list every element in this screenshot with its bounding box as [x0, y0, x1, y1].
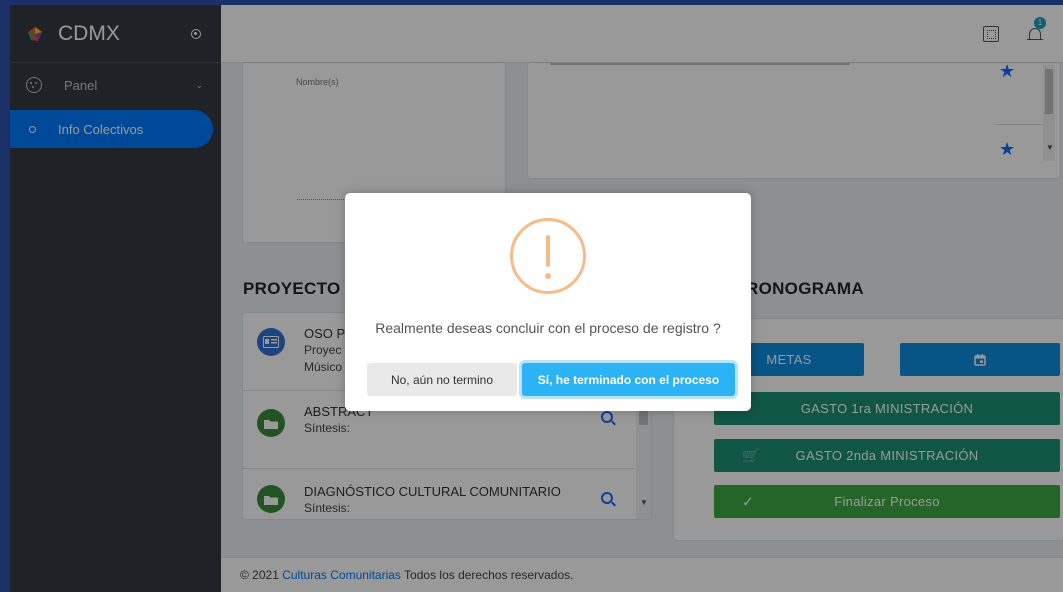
- warning-dot: [545, 273, 551, 279]
- confirm-dialog: Realmente deseas concluir con el proceso…: [345, 193, 751, 411]
- cancel-button[interactable]: No, aún no termino: [367, 363, 517, 396]
- confirm-button[interactable]: Sí, he terminado con el proceso: [522, 363, 735, 396]
- warning-bar: [546, 235, 550, 267]
- warning-icon: [510, 218, 586, 294]
- modal-backdrop[interactable]: Realmente deseas concluir con el proceso…: [0, 0, 1063, 592]
- dialog-message: Realmente deseas concluir con el proceso…: [375, 320, 721, 336]
